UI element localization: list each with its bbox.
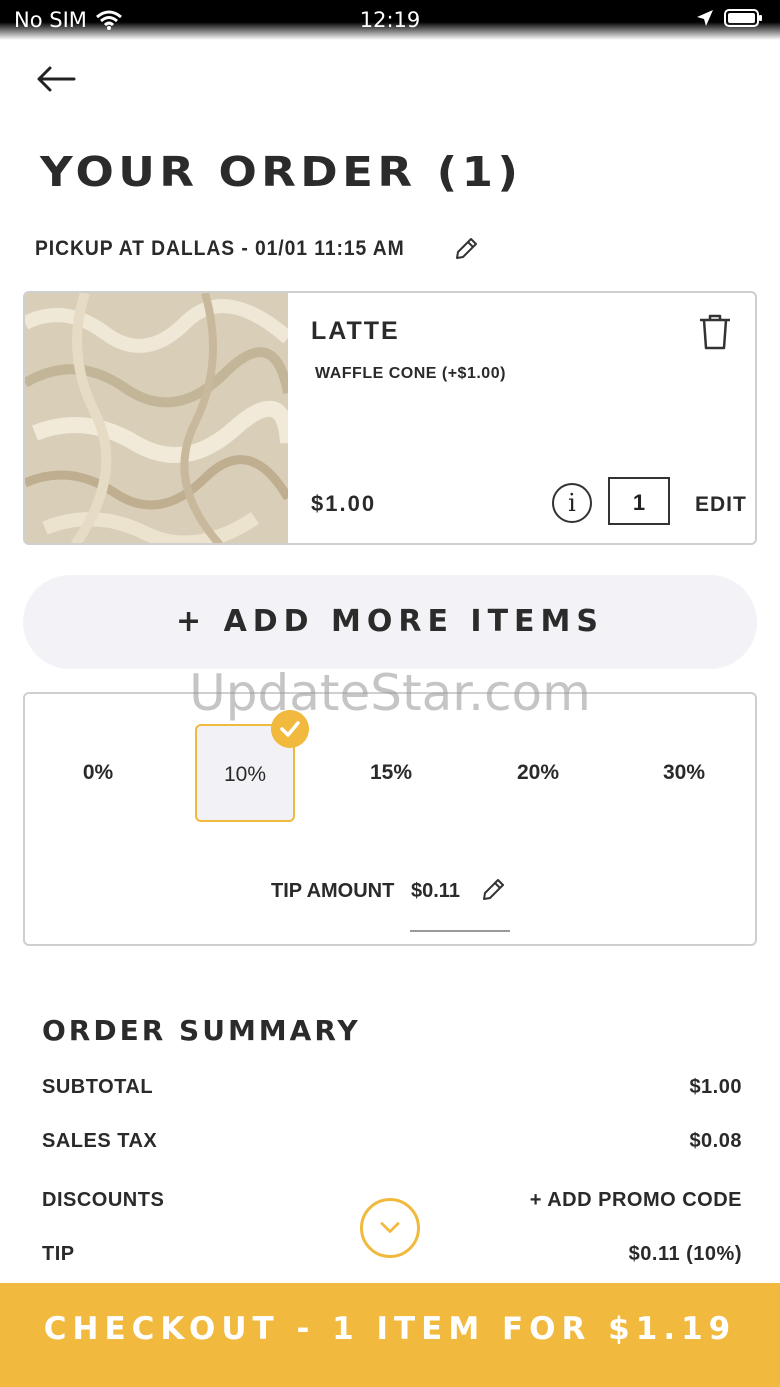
add-promo-code-link[interactable]: + ADD PROMO CODE [530,1189,742,1212]
item-image [25,293,288,543]
summary-label: DISCOUNTS [42,1189,165,1211]
summary-value: $1.00 [689,1076,742,1098]
tip-option-30[interactable]: 30% [634,724,734,822]
item-modifier: WAFFLE CONE (+$1.00) [315,365,506,382]
back-arrow-icon[interactable] [34,62,78,96]
tip-selector: 0% 10% 15% 20% 30% TIP AMOUNT $0.11 [23,692,757,946]
location-icon [697,10,713,26]
chevron-down-icon[interactable] [360,1198,420,1258]
pencil-icon[interactable] [453,236,479,262]
status-right [696,8,764,28]
status-time: 12:19 [359,8,421,32]
pickup-text: PICKUP AT DALLAS - 01/01 11:15 AM [35,237,405,260]
pencil-icon[interactable] [480,877,506,903]
pickup-info[interactable]: PICKUP AT DALLAS - 01/01 11:15 AM [35,236,479,262]
summary-row-subtotal: SUBTOTAL $1.00 [42,1076,742,1099]
checkout-button[interactable]: CHECKOUT - 1 ITEM FOR $1.19 [0,1283,780,1387]
page-title: YOUR ORDER (1) [40,148,523,196]
watermark: UpdateStar.com [189,664,591,722]
trash-icon[interactable] [697,313,733,351]
info-icon[interactable]: i [552,483,592,523]
tip-amount-underline [410,930,510,932]
edit-item-button[interactable]: EDIT [695,493,747,517]
battery-icon [724,9,762,27]
tip-amount-value[interactable]: $0.11 [411,880,460,903]
tip-option-0[interactable]: 0% [48,724,148,822]
tip-option-15[interactable]: 15% [341,724,441,822]
checkout-label: CHECKOUT - 1 ITEM FOR $1.19 [43,1311,737,1347]
summary-value: $0.11 (10%) [628,1243,742,1265]
status-bar: No SIM 12:19 [0,0,780,40]
order-summary-title: ORDER SUMMARY [42,1014,361,1047]
item-name: LATTE [311,317,400,345]
summary-label: SUBTOTAL [42,1076,154,1098]
tip-amount-label: TIP AMOUNT [271,880,395,902]
summary-label: SALES TAX [42,1130,158,1152]
summary-value: $0.08 [689,1130,742,1152]
tip-option-20[interactable]: 20% [488,724,588,822]
add-more-items-label: + ADD MORE ITEMS [175,604,605,639]
summary-row-sales-tax: SALES TAX $0.08 [42,1130,742,1153]
item-price: $1.00 [311,491,377,516]
summary-label: TIP [42,1243,75,1265]
add-more-items-button[interactable]: + ADD MORE ITEMS [23,575,757,669]
cart-item-card: LATTE WAFFLE CONE (+$1.00) $1.00 i 1 EDI… [23,291,757,545]
quantity-field[interactable]: 1 [608,477,670,525]
